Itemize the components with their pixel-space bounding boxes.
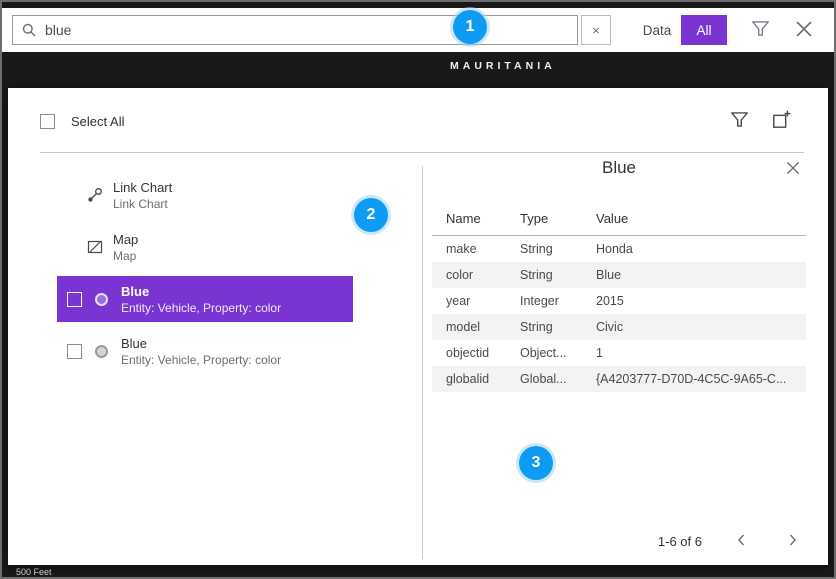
next-page-button[interactable] — [782, 531, 802, 551]
table-cell: {A4203777-D70D-4C5C-9A65-C... — [588, 366, 806, 392]
dialog-header: Select All — [40, 110, 792, 132]
table-cell: make — [432, 236, 512, 263]
table-row: colorStringBlue — [432, 262, 806, 288]
panel-divider — [422, 166, 423, 559]
results-dialog: Select All Link Chart Link Chart Map Map Blu… — [8, 88, 828, 565]
chevron-right-icon — [784, 532, 800, 551]
table-row: globalidGlobal...{A4203777-D70D-4C5C-9A6… — [432, 366, 806, 392]
result-title: Map — [113, 232, 138, 247]
search-input[interactable] — [45, 22, 569, 38]
table-row: modelStringCivic — [432, 314, 806, 340]
select-all-checkbox[interactable] — [40, 114, 55, 129]
table-cell: String — [512, 262, 588, 288]
map-scale-label: 500 Feet — [16, 567, 52, 577]
table-row: makeStringHonda — [432, 236, 806, 263]
detail-title-row: Blue — [432, 158, 806, 188]
result-subtitle: Map — [113, 249, 138, 263]
callout-badge-2: 2 — [354, 198, 388, 232]
result-subtitle: Entity: Vehicle, Property: color — [121, 353, 281, 367]
entity-icon — [95, 345, 108, 358]
all-toggle-button[interactable]: All — [681, 15, 727, 45]
result-text: Blue Entity: Vehicle, Property: color — [121, 284, 281, 315]
result-subtitle: Entity: Vehicle, Property: color — [121, 301, 281, 315]
table-cell: String — [512, 236, 588, 263]
result-text: Link Chart Link Chart — [113, 180, 172, 211]
map-country-label: MAURITANIA — [450, 60, 556, 72]
close-icon — [793, 18, 815, 43]
table-cell: Blue — [588, 262, 806, 288]
table-cell: Civic — [588, 314, 806, 340]
link-chart-icon — [87, 187, 103, 203]
header-divider — [40, 152, 804, 153]
result-item[interactable]: Blue Entity: Vehicle, Property: color — [57, 276, 353, 322]
result-title: Blue — [121, 284, 281, 299]
table-row: yearInteger2015 — [432, 288, 806, 314]
result-checkbox[interactable] — [67, 292, 82, 307]
results-list: Link Chart Link Chart Map Map Blue Entity: Ve… — [57, 172, 353, 380]
table-cell: year — [432, 288, 512, 314]
result-item[interactable]: Map Map — [57, 224, 353, 270]
column-header: Value — [588, 204, 806, 236]
search-box — [12, 15, 578, 45]
detail-panel: Blue NameTypeValue makeStringHondacolorS… — [432, 158, 806, 392]
detail-title: Blue — [602, 158, 636, 177]
pagination-label: 1-6 of 6 — [658, 534, 702, 549]
table-cell: color — [432, 262, 512, 288]
callout-badge-3: 3 — [519, 446, 553, 480]
close-icon — [784, 159, 802, 180]
search-toolbar: × Data All — [2, 8, 834, 52]
table-cell: objectid — [432, 340, 512, 366]
table-body: makeStringHondacolorStringBlueyearIntege… — [432, 236, 806, 393]
data-toggle-button[interactable]: Data — [633, 15, 681, 45]
map-icon — [87, 239, 103, 255]
app-window: × Data All MAURITANIA 500 Feet Select Al… — [0, 0, 836, 579]
column-header: Type — [512, 204, 588, 236]
plus-square-icon — [772, 110, 791, 132]
result-item[interactable]: Link Chart Link Chart — [57, 172, 353, 218]
search-icon — [21, 22, 37, 38]
table-cell: Integer — [512, 288, 588, 314]
search-filter-button[interactable] — [745, 15, 775, 45]
close-search-button[interactable] — [787, 13, 821, 47]
result-title: Link Chart — [113, 180, 172, 195]
table-cell: globalid — [432, 366, 512, 392]
callout-badge-1: 1 — [453, 10, 487, 44]
result-checkbox[interactable] — [67, 344, 82, 359]
header-actions — [728, 110, 792, 132]
table-cell: Object... — [512, 340, 588, 366]
table-cell: Honda — [588, 236, 806, 263]
result-text: Map Map — [113, 232, 138, 263]
select-all-label: Select All — [71, 114, 124, 129]
table-row: objectidObject...1 — [432, 340, 806, 366]
pagination: 1-6 of 6 — [658, 531, 802, 551]
filter-icon — [751, 19, 770, 41]
table-cell: Global... — [512, 366, 588, 392]
scope-toggle: Data All — [633, 15, 727, 45]
table-cell: String — [512, 314, 588, 340]
table-cell: model — [432, 314, 512, 340]
result-title: Blue — [121, 336, 281, 351]
column-header: Name — [432, 204, 512, 236]
result-item[interactable]: Blue Entity: Vehicle, Property: color — [57, 328, 353, 374]
chevron-left-icon — [734, 532, 750, 551]
previous-page-button[interactable] — [732, 531, 752, 551]
search-clear-button[interactable]: × — [581, 15, 611, 45]
result-text: Blue Entity: Vehicle, Property: color — [121, 336, 281, 367]
entity-icon — [95, 293, 108, 306]
properties-table: NameTypeValue makeStringHondacolorString… — [432, 204, 806, 392]
table-cell: 1 — [588, 340, 806, 366]
table-cell: 2015 — [588, 288, 806, 314]
filter-icon — [730, 110, 749, 132]
table-header-row: NameTypeValue — [432, 204, 806, 236]
filter-results-button[interactable] — [728, 110, 750, 132]
result-subtitle: Link Chart — [113, 197, 172, 211]
close-detail-button[interactable] — [782, 158, 804, 180]
add-to-new-button[interactable] — [770, 110, 792, 132]
